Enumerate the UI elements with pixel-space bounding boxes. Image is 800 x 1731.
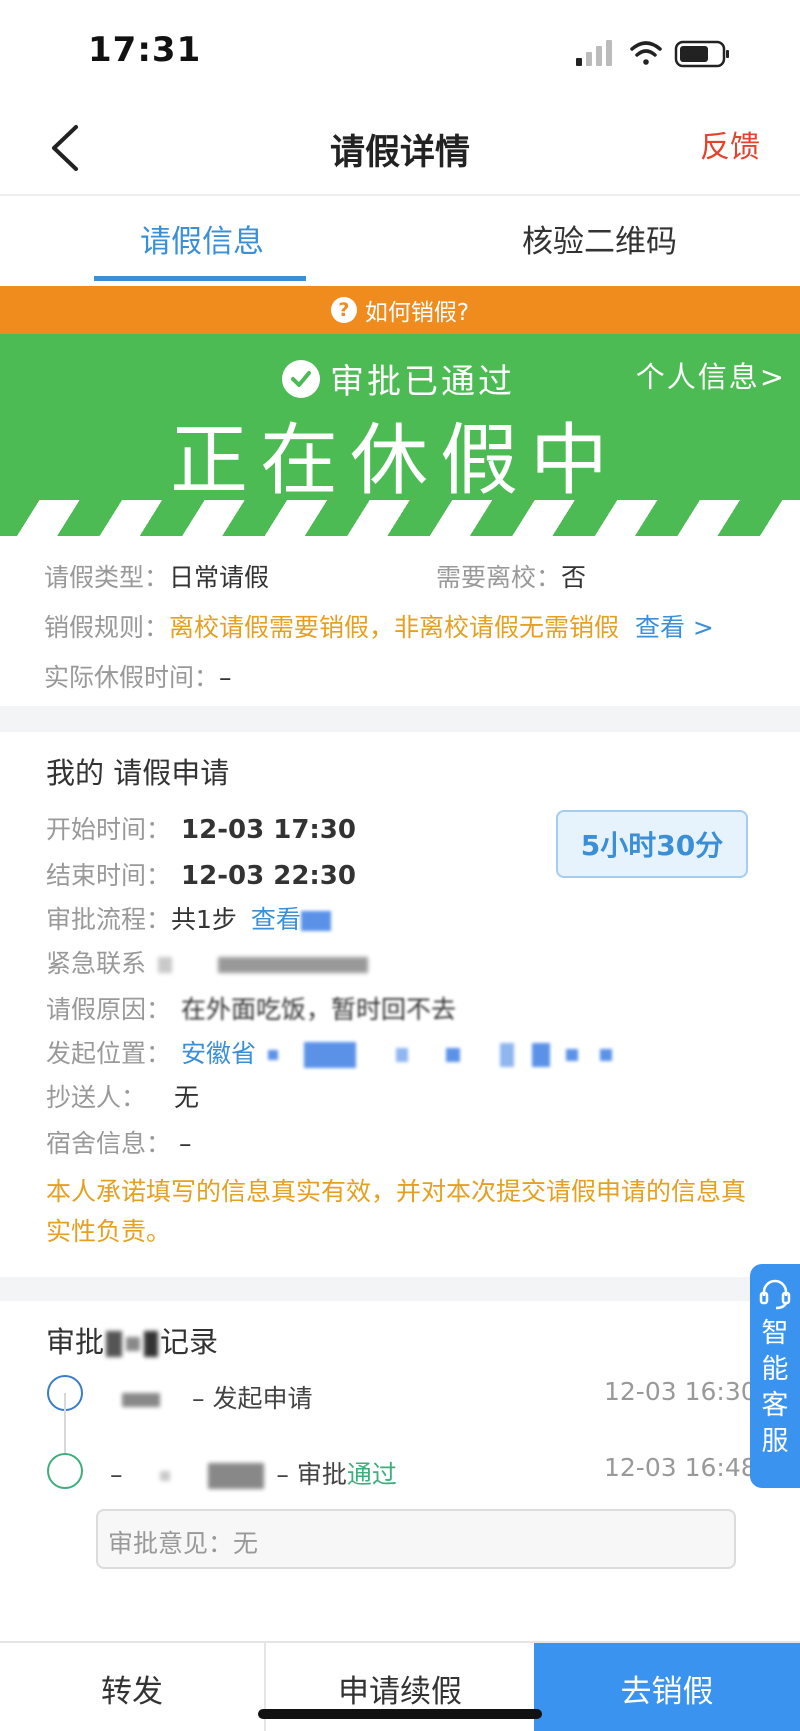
emergency-contact-label: 紧急联系	[46, 949, 147, 978]
forward-button[interactable]: 转发	[0, 1643, 266, 1731]
smart-service-button[interactable]: 智能客服	[750, 1264, 800, 1488]
reason-label: 请假原因：	[46, 995, 172, 1024]
need-leave-school-value: 否	[561, 563, 587, 592]
approval-status: 审批已通过	[282, 354, 515, 403]
status-icons	[574, 38, 744, 68]
smart-service-label: 智能客服	[761, 1318, 789, 1457]
location-value: 安徽省	[181, 1039, 257, 1068]
dorm-value: –	[179, 1129, 192, 1158]
home-indicator	[258, 1709, 542, 1719]
nav-bar: 请假详情 反馈	[0, 100, 800, 196]
record-item-2-text: – 审批	[276, 1460, 347, 1489]
cancel-rule-view-link[interactable]: 查看 >	[635, 613, 714, 642]
leave-status-banner: 审批已通过 个人信息> 正在休假中	[0, 334, 800, 536]
redacted-block	[531, 1043, 550, 1067]
approval-opinion: 审批意见：无	[96, 1509, 736, 1569]
cc-value: 无	[174, 1083, 200, 1112]
wifi-icon	[630, 41, 662, 65]
redacted-block	[300, 911, 331, 931]
feedback-button[interactable]: 反馈	[700, 122, 760, 166]
redacted-block	[445, 1048, 460, 1062]
actual-time-label: 实际休假时间：	[44, 663, 220, 692]
end-time-label: 结束时间：	[46, 861, 172, 890]
record-title-prefix: 审批	[46, 1325, 105, 1359]
flow-view-link[interactable]: 查看	[251, 905, 301, 934]
how-to-cancel-leave-label: 如何销假?	[364, 300, 470, 326]
record-title: 审批 记录	[46, 1319, 218, 1361]
redacted-block	[499, 1043, 514, 1067]
redacted-block	[157, 957, 172, 973]
status-bar: 17:31	[0, 0, 800, 100]
commitment-notice: 本人承诺填写的信息真实有效，并对本次提交请假申请的信息真实性负责。	[46, 1177, 747, 1246]
redacted-block	[144, 1331, 159, 1357]
cancel-rule-value: 离校请假需要销假，非离校请假无需销假	[169, 613, 620, 642]
record-title-suffix: 记录	[160, 1325, 219, 1359]
page-title: 请假详情	[329, 133, 470, 173]
leave-type-value: 日常请假	[169, 563, 270, 592]
leave-application-card: 我的 请假申请 5小时30分 开始时间： 12-03 17:30 结束时间： 12-…	[0, 732, 800, 1277]
cancel-rule-label: 销假规则：	[44, 613, 170, 642]
redacted-contact	[217, 957, 368, 973]
headset-icon	[759, 1279, 791, 1310]
need-leave-school-label: 需要离校：	[436, 563, 562, 592]
approval-record-card: 审批 记录 – 发起申请 12-03 16:30 – – 审批通过 12-03 1…	[0, 1301, 800, 1641]
question-icon: ?	[330, 297, 357, 323]
location-label: 发起位置：	[46, 1039, 172, 1068]
tab-active-indicator	[94, 276, 306, 281]
approval-status-label: 审批已通过	[330, 362, 515, 402]
redacted-block	[395, 1048, 408, 1062]
leave-type-label: 请假类型：	[44, 563, 170, 592]
record-item-1-text: – 发起申请	[192, 1384, 313, 1413]
flow-label: 审批流程：	[46, 905, 172, 934]
application-title: 我的 请假申请	[46, 756, 230, 790]
timeline-node-icon	[47, 1453, 83, 1489]
redacted-name	[122, 1393, 160, 1407]
cc-label: 抄送人：	[46, 1083, 147, 1112]
tab-verify-qrcode[interactable]: 核验二维码	[522, 216, 677, 261]
redacted-block	[267, 1050, 278, 1060]
status-time: 17:31	[88, 30, 202, 70]
redacted-block	[106, 1331, 123, 1357]
record-item-2: – – 审批通过	[110, 1460, 397, 1489]
tab-bar: 请假信息 核验二维码	[0, 196, 800, 286]
personal-info-link[interactable]: 个人信息>	[636, 354, 786, 396]
redacted-block	[599, 1049, 612, 1061]
redacted-block	[126, 1337, 141, 1351]
record-item-1: – 发起申请	[122, 1379, 312, 1415]
flow-value: 共1步	[171, 905, 237, 934]
record-item-1-time: 12-03 16:30	[604, 1377, 757, 1406]
check-circle-icon	[282, 359, 320, 398]
tab-leave-info[interactable]: 请假信息	[140, 216, 264, 261]
end-time-value: 12-03 22:30	[181, 861, 356, 891]
start-time-label: 开始时间：	[46, 815, 172, 844]
redacted-block	[303, 1042, 356, 1068]
timeline-line	[64, 1393, 66, 1453]
record-item-2-status: 通过	[346, 1460, 397, 1489]
stripe-decoration	[0, 500, 800, 536]
actual-time-value: –	[219, 663, 232, 692]
section-divider	[0, 706, 800, 732]
battery-icon	[674, 40, 729, 68]
redacted-name	[208, 1463, 265, 1489]
record-item-2-time: 12-03 16:48	[604, 1453, 757, 1482]
dorm-label: 宿舍信息：	[46, 1129, 172, 1158]
start-time-value: 12-03 17:30	[181, 815, 356, 845]
duration-badge: 5小时30分	[556, 810, 748, 878]
reason-value: 在外面吃饭，暂时回不去	[181, 995, 457, 1024]
section-divider	[0, 1277, 800, 1301]
leave-status-text: 正在休假中	[169, 416, 620, 506]
cancel-leave-button[interactable]: 去销假	[534, 1643, 800, 1731]
signal-icon	[576, 40, 612, 66]
leave-summary: 请假类型：日常请假 需要离校：否 销假规则：离校请假需要销假，非离校请假无需销假…	[0, 536, 800, 706]
redacted-block	[160, 1471, 171, 1481]
how-to-cancel-leave-bar[interactable]: ? 如何销假?	[0, 286, 800, 334]
redacted-block	[565, 1049, 578, 1061]
